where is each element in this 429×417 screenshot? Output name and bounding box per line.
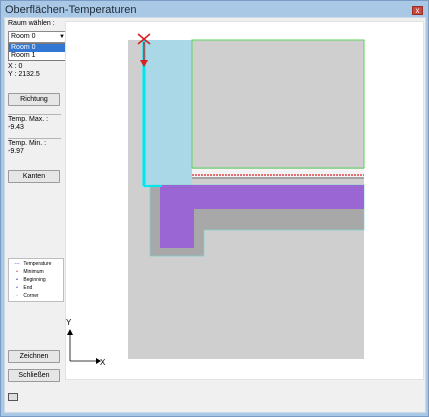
legend-item: • End [12,285,32,291]
temp-min-value: -9.97 [8,148,24,155]
kanten-button[interactable]: Kanten [8,170,60,183]
coord-x: X : 0 [8,63,23,70]
dashed-line-icon: --- [14,261,20,267]
legend-label: Temperature [23,261,52,267]
legend-item: • Corner [12,293,39,299]
dot-icon: • [16,293,18,299]
legend-label: Minimum [23,269,44,275]
wall-region [142,40,192,188]
close-button[interactable]: x [412,6,423,15]
y-axis-arrow-icon [67,329,73,335]
dot-icon: • [16,269,18,275]
room-select-value: Room 0 [11,33,36,40]
legend-item: • Minimum [12,269,44,275]
room-select[interactable]: Room 0 ▼ [8,31,68,43]
zeichnen-button[interactable]: Zeichnen [8,350,60,363]
dot-icon: • [16,277,18,283]
room-label: Raum wählen : [8,20,55,27]
separator [8,114,61,115]
section-drawing[interactable]: X Y [66,22,425,381]
legend-label: Beginning [23,277,46,283]
legend-item: --- Temperature [12,261,52,267]
upper-block [191,39,365,169]
temp-max-label: Temp. Max. : [8,116,49,123]
legend-item: • Beginning [12,277,46,283]
x-axis-label: X [100,358,106,367]
legend-label: End [23,285,33,291]
dot-icon: • [16,285,18,291]
legend-label: Corner [23,293,39,299]
camera-icon[interactable] [8,393,18,401]
coord-y: Y : 2132.5 [8,71,40,78]
legend: --- Temperature • Minimum • Beginning • … [8,258,64,302]
close-icon: x [415,6,420,15]
window-title: Oberflächen-Temperaturen [5,4,137,16]
dialog-window: Oberflächen-Temperaturen x Raum wählen :… [0,0,429,417]
temp-min-label: Temp. Min. : [8,140,47,147]
drawing-canvas[interactable]: X Y [65,21,424,380]
separator [8,138,61,139]
y-axis-label: Y [66,318,72,327]
floor-band [192,169,364,177]
schliessen-button[interactable]: Schließen [8,369,60,382]
temp-max-value: -9.43 [8,124,24,131]
richtung-button[interactable]: Richtung [8,93,60,106]
client-area: Raum wählen : Room 0 ▼ Room 0 Room 1 X :… [4,17,426,413]
